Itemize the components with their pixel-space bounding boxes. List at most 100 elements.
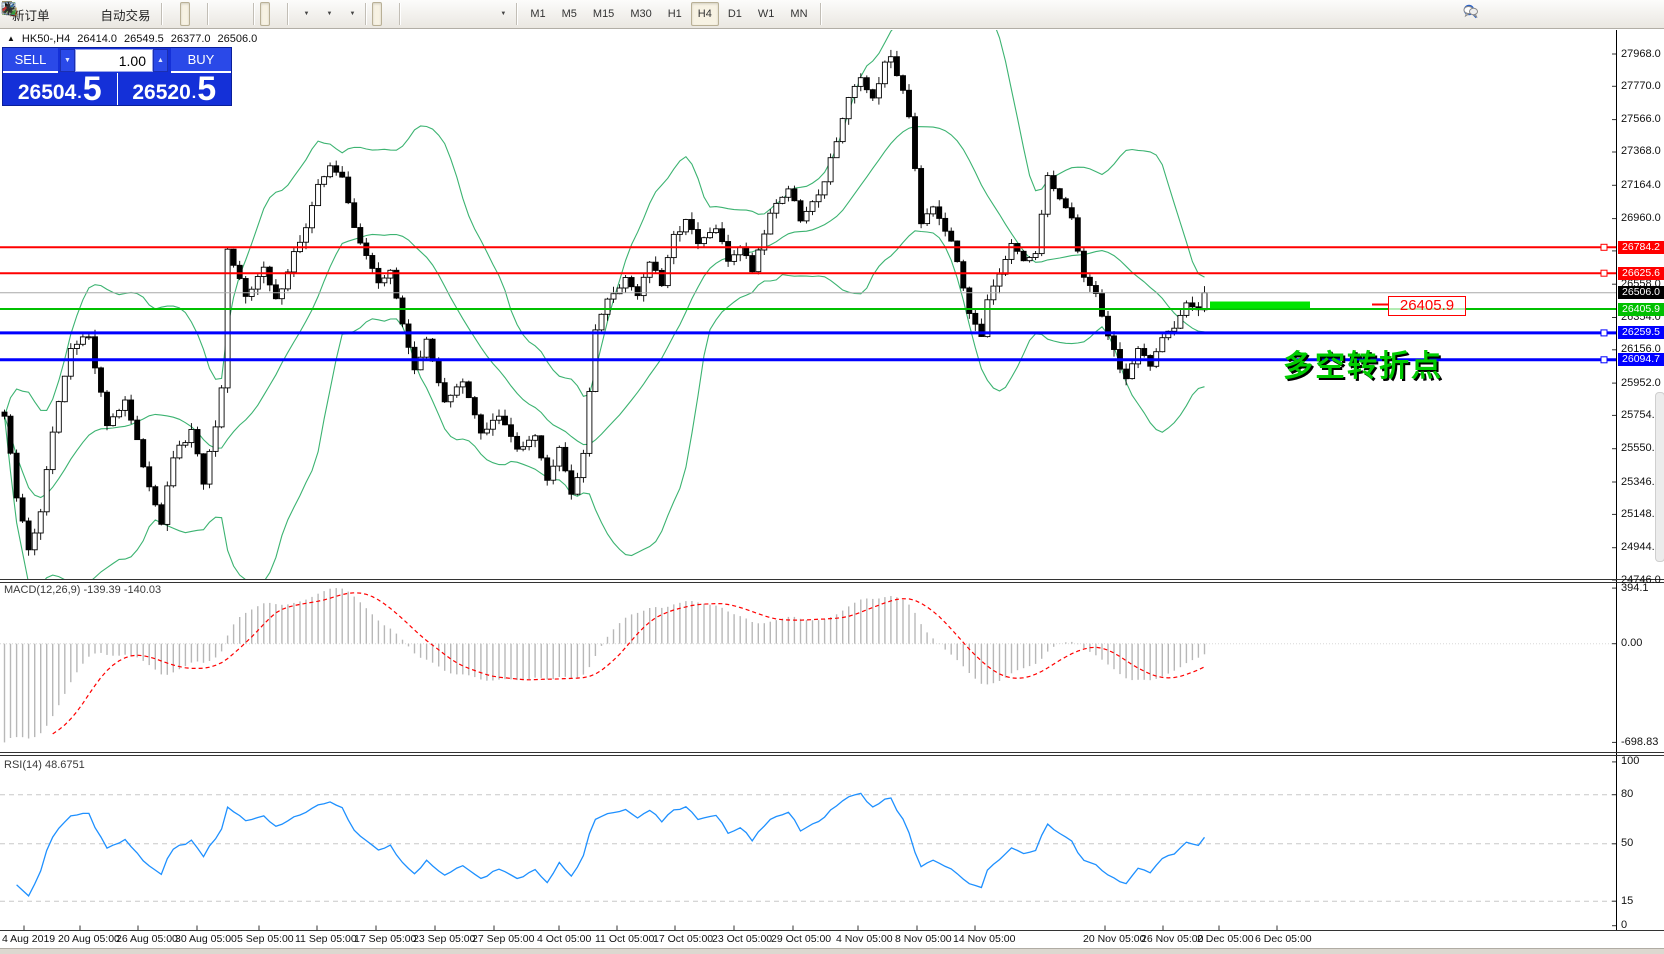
market-watch-button[interactable] <box>57 2 67 26</box>
price-tick-label: 27770.0 <box>1621 80 1661 92</box>
collapse-panel-icon[interactable]: ▲ <box>7 34 15 46</box>
bar-chart-button[interactable] <box>168 2 178 26</box>
crosshair-button[interactable] <box>384 2 394 26</box>
time-axis-label: 26 Aug 05:00 <box>116 933 178 945</box>
periods-button[interactable]: ▼ <box>316 2 337 26</box>
price-tick-label: 27566.0 <box>1621 113 1661 125</box>
templates-button[interactable]: ▼ <box>339 2 360 26</box>
sounds-button[interactable] <box>81 2 91 26</box>
rsi-tick-label: 80 <box>1621 788 1633 800</box>
macd-tick-label: -698.83 <box>1621 736 1658 748</box>
sell-price-fraction: 5 <box>83 76 102 103</box>
timeframe-d1-button[interactable]: D1 <box>721 2 749 26</box>
time-axis-label: 5 Sep 05:00 <box>237 933 294 945</box>
level-price-label: 26506.0 <box>1618 286 1664 299</box>
time-axis-label: 4 Aug 2019 <box>2 933 55 945</box>
toolbar-separator <box>820 3 822 25</box>
tile-windows-button[interactable] <box>238 2 248 26</box>
arrows-button[interactable]: ▼ <box>490 2 511 26</box>
trendline-button[interactable] <box>430 2 440 26</box>
mt4-window: 新订单 自动交易 ▼ ▼ ▼ EFAT ▼ M1M5M15M30H1H4D1W1MN ▲ HK… <box>0 0 1664 954</box>
timeframe-m15-button[interactable]: M15 <box>586 2 621 26</box>
high-value: 26549.5 <box>124 33 164 45</box>
rsi-tick-label: 15 <box>1621 895 1633 907</box>
symbol-timeframe-label: HK50-,H4 <box>22 33 70 45</box>
rsi-tick-label: 100 <box>1621 755 1639 767</box>
chevron-down-icon: ▼ <box>500 11 506 17</box>
sell-button[interactable]: SELL <box>3 48 58 73</box>
cursor-button[interactable] <box>372 2 382 26</box>
macd-tick-label: 394.1 <box>1621 582 1649 594</box>
level-price-label: 26094.7 <box>1618 353 1664 366</box>
auto-scroll-button[interactable] <box>260 2 270 26</box>
time-axis-label: 11 Oct 05:00 <box>595 933 654 945</box>
macd-tick-label: 0.00 <box>1621 637 1642 649</box>
toolbar-separator <box>399 3 401 25</box>
level-price-label: 26625.6 <box>1618 267 1664 280</box>
timeframe-h4-button[interactable]: H4 <box>691 2 719 26</box>
navigator-button[interactable] <box>69 2 79 26</box>
time-axis-label: 29 Oct 05:00 <box>771 933 831 945</box>
zoom-out-button[interactable] <box>226 2 236 26</box>
price-tick-label: 27164.0 <box>1621 179 1661 191</box>
timeframe-w1-button[interactable]: W1 <box>751 2 782 26</box>
buy-button[interactable]: BUY <box>171 48 231 73</box>
toolbar-separator <box>365 3 367 25</box>
right-scrollbar-thumb[interactable] <box>1655 392 1664 562</box>
time-axis-label: 30 Aug 05:00 <box>175 933 237 945</box>
timeframe-h1-button[interactable]: H1 <box>661 2 689 26</box>
vertical-line-button[interactable] <box>406 2 416 26</box>
candle-chart-button[interactable] <box>180 2 190 26</box>
buy-price-fraction: 5 <box>197 76 216 103</box>
time-axis-label: 20 Nov 05:00 <box>1083 933 1145 945</box>
timeframe-m30-button[interactable]: M30 <box>623 2 658 26</box>
chat-button[interactable] <box>1487 3 1497 27</box>
volume-decrease-button[interactable]: ▼ <box>60 49 75 72</box>
close-value: 26506.0 <box>218 33 258 45</box>
rsi-tick-label: 0 <box>1621 919 1627 931</box>
chart-shift-button[interactable] <box>272 2 282 26</box>
timeframe-mn-button[interactable]: MN <box>783 2 814 26</box>
low-value: 26377.0 <box>171 33 211 45</box>
line-chart-button[interactable] <box>192 2 202 26</box>
new-order-label: 新订单 <box>12 5 50 24</box>
toolbar-separator <box>287 3 289 25</box>
fibonacci-button[interactable]: F <box>454 2 464 26</box>
macd-title: MACD(12,26,9) <box>4 584 80 596</box>
time-axis-label: 17 Oct 05:00 <box>653 933 713 945</box>
time-axis-label: 4 Oct 05:00 <box>537 933 591 945</box>
price-tick-label: 25952.0 <box>1621 377 1661 389</box>
new-chart-button[interactable]: ▼ <box>294 2 315 26</box>
sell-price-main: 26504 <box>18 82 76 103</box>
price-tick-label: 27368.0 <box>1621 145 1661 157</box>
chevron-down-icon: ▼ <box>304 11 310 17</box>
main-toolbar: 新订单 自动交易 ▼ ▼ ▼ EFAT ▼ M1M5M15M30H1H4D1W1MN <box>0 0 1664 29</box>
price-tick-label: 26960.0 <box>1621 212 1661 224</box>
volume-stepper: ▼ ▲ <box>60 49 168 72</box>
timeframe-m5-button[interactable]: M5 <box>555 2 584 26</box>
time-axis-label: 8 Nov 05:00 <box>895 933 952 945</box>
horizontal-line-button[interactable] <box>418 2 428 26</box>
text-button[interactable]: A <box>466 2 476 26</box>
time-axis-label: 17 Sep 05:00 <box>354 933 416 945</box>
rsi-title: RSI(14) <box>4 759 42 771</box>
volume-input[interactable] <box>75 49 153 72</box>
time-axis-label: 4 Nov 05:00 <box>836 933 893 945</box>
volume-increase-button[interactable]: ▲ <box>153 49 168 72</box>
toolbar-separator <box>207 3 209 25</box>
level-price-label: 26259.5 <box>1618 326 1664 339</box>
timeframe-m1-button[interactable]: M1 <box>523 2 552 26</box>
label-button[interactable]: T <box>478 2 488 26</box>
chart-ohlc-header: ▲ HK50-,H4 26414.0 26549.5 26377.0 26506… <box>7 33 257 45</box>
time-axis-label: 14 Nov 05:00 <box>953 933 1015 945</box>
time-axis-label: 26 Nov 05:00 <box>1141 933 1203 945</box>
zoom-in-button[interactable] <box>214 2 224 26</box>
chevron-down-icon: ▼ <box>349 11 355 17</box>
macd-values: -139.39 -140.03 <box>83 584 161 596</box>
time-axis-label: 23 Sep 05:00 <box>413 933 475 945</box>
level-price-label: 26784.2 <box>1618 241 1664 254</box>
autotrading-button[interactable]: 自动交易 <box>93 2 156 26</box>
level-price-label: 26405.9 <box>1618 303 1664 316</box>
channel-button[interactable]: E <box>442 2 452 26</box>
toolbar-separator <box>161 3 163 25</box>
